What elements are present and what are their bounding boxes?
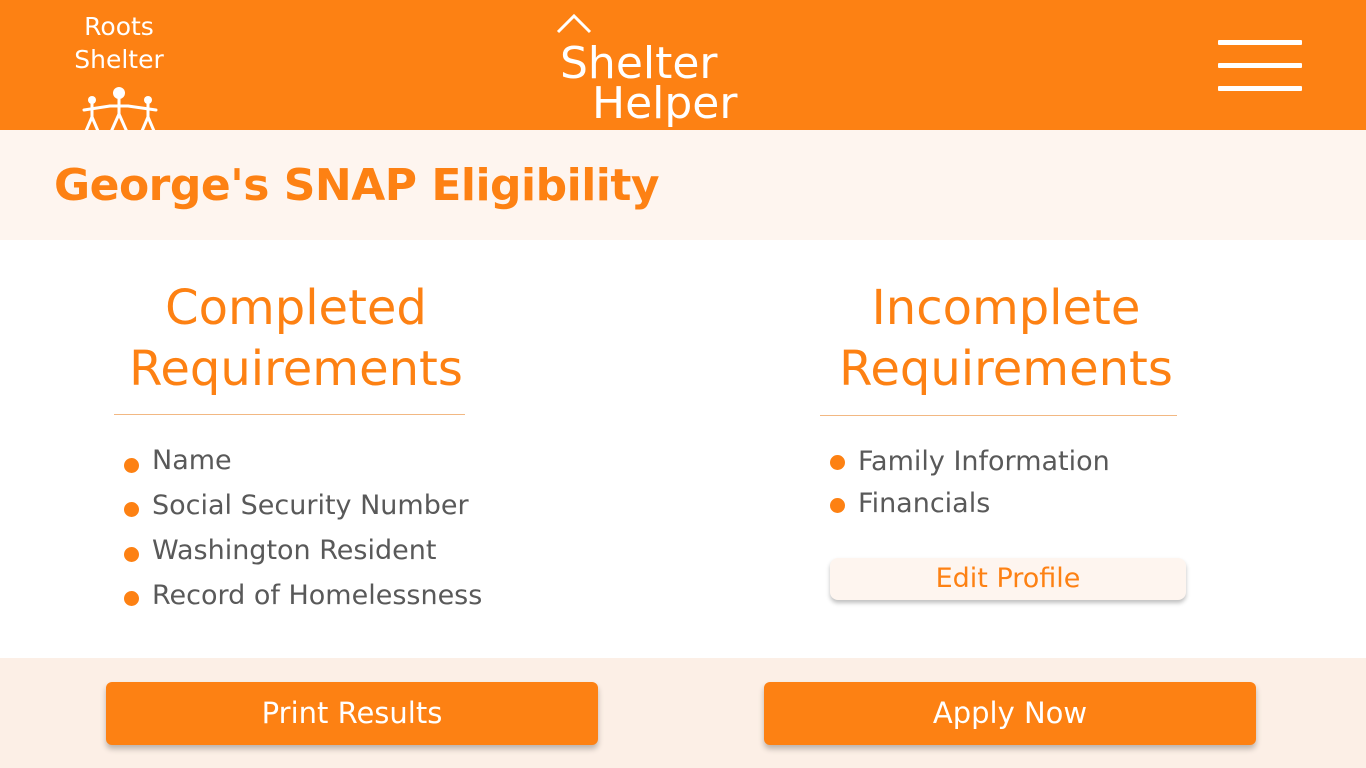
incomplete-divider (820, 415, 1177, 416)
list-item: Financials (830, 485, 1110, 527)
bullet-icon (830, 498, 845, 513)
requirement-label: Record of Homelessness (152, 580, 483, 611)
menu-bar-top (1218, 40, 1302, 45)
completed-heading-line-2: Requirements (129, 341, 463, 397)
completed-section: Completed Requirements (114, 278, 478, 400)
requirement-label: Family Information (858, 446, 1110, 477)
logo-line-1: Roots (84, 12, 154, 41)
incomplete-heading-line-1: Incomplete (871, 280, 1141, 336)
logo-line-2: Shelter (74, 45, 164, 74)
requirement-label: Washington Resident (152, 535, 437, 566)
requirement-label: Name (152, 445, 232, 476)
list-item: Social Security Number (124, 487, 482, 532)
app-header: Roots Shelter Shelter Helper (0, 0, 1366, 134)
incomplete-heading-line-2: Requirements (839, 341, 1173, 397)
bullet-icon (124, 502, 139, 517)
bullet-icon (124, 547, 139, 562)
title-band: George's SNAP Eligibility (0, 130, 1366, 240)
footer-actions: Print Results Apply Now (0, 658, 1366, 768)
completed-heading-line-1: Completed (165, 280, 427, 336)
family-icon (82, 87, 158, 134)
bullet-icon (830, 455, 845, 470)
list-item: Washington Resident (124, 532, 482, 577)
completed-heading: Completed Requirements (114, 278, 478, 400)
bullet-icon (124, 591, 139, 606)
edit-profile-button[interactable]: Edit Profile (830, 558, 1186, 600)
completed-list: Name Social Security Number Washington R… (124, 442, 482, 622)
house-roof-icon (556, 13, 592, 34)
hamburger-menu-icon[interactable] (1214, 36, 1306, 98)
incomplete-section: Incomplete Requirements (820, 278, 1192, 400)
list-item: Name (124, 442, 482, 487)
menu-bar-middle (1218, 63, 1302, 68)
roots-shelter-logo[interactable]: Roots Shelter (64, 10, 174, 134)
incomplete-list: Family Information Financials (830, 443, 1110, 527)
apply-now-button[interactable]: Apply Now (764, 682, 1256, 745)
requirement-label: Financials (858, 488, 991, 519)
incomplete-heading: Incomplete Requirements (820, 278, 1192, 400)
list-item: Record of Homelessness (124, 577, 482, 622)
shelter-helper-logo[interactable]: Shelter Helper (556, 12, 756, 129)
completed-divider (114, 414, 465, 415)
bullet-icon (124, 458, 139, 473)
list-item: Family Information (830, 443, 1110, 485)
brand-line-2: Helper (592, 78, 738, 129)
page-title: George's SNAP Eligibility (54, 160, 660, 211)
print-results-button[interactable]: Print Results (106, 682, 598, 745)
menu-bar-bottom (1218, 86, 1302, 91)
requirement-label: Social Security Number (152, 490, 469, 521)
